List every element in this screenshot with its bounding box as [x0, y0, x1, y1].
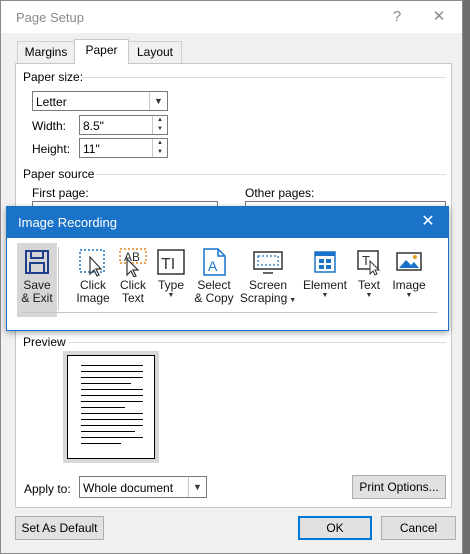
recording-title-bar: Image Recording ✕ — [7, 207, 448, 238]
help-button[interactable]: ? — [379, 5, 415, 29]
image-icon — [394, 247, 424, 277]
tool-label: Click Text — [120, 278, 146, 305]
tool-label: Select & Copy — [194, 278, 234, 305]
first-page-label: First page: — [32, 186, 89, 200]
dialog-title: Page Setup — [16, 10, 84, 25]
element-button[interactable]: Element ▼ — [301, 243, 349, 300]
text-button[interactable]: T Text ▼ — [351, 243, 387, 300]
screen-scraping-button[interactable]: Screen Scraping ▼ — [239, 243, 297, 305]
click-image-button[interactable]: Click Image — [73, 243, 113, 305]
select-copy-button[interactable]: A Select & Copy — [191, 243, 237, 305]
screen-scraping-icon — [253, 247, 283, 277]
close-button[interactable]: ✕ — [421, 5, 457, 29]
floppy-disk-icon — [22, 247, 52, 277]
caret-down-icon[interactable]: ▼ — [153, 292, 189, 300]
image-recording-toolbar: Image Recording ✕ Save & Exit Click Image … — [6, 206, 449, 331]
tool-label: Text — [357, 278, 380, 292]
width-spinner[interactable]: 8.5" ▲ ▼ — [79, 115, 168, 135]
ok-button[interactable]: OK — [298, 516, 372, 540]
set-as-default-button[interactable]: Set As Default — [15, 516, 104, 540]
element-icon — [310, 247, 340, 277]
preview-label: Preview — [23, 335, 66, 349]
caret-down-icon[interactable]: ▼ — [351, 292, 387, 300]
height-label: Height: — [32, 142, 71, 156]
svg-text:T: T — [362, 253, 370, 268]
apply-to-label: Apply to: — [24, 482, 71, 496]
recording-title: Image Recording — [18, 215, 117, 230]
caret-down-icon[interactable]: ▼ — [389, 292, 429, 300]
tool-label: Save & Exit — [21, 278, 53, 305]
spin-arrows-icon[interactable]: ▲ ▼ — [152, 116, 167, 134]
tab-paper[interactable]: Paper — [74, 39, 129, 64]
caret-down-icon[interactable]: ▼ — [301, 292, 349, 300]
apply-to-value: Whole document — [83, 481, 174, 495]
tool-label: Element — [302, 278, 348, 292]
divider — [81, 77, 446, 78]
chevron-down-icon: ▼ — [188, 477, 206, 497]
cancel-button[interactable]: Cancel — [381, 516, 456, 540]
paper-size-select[interactable]: Letter ▼ — [32, 91, 168, 111]
tool-label: Type — [157, 278, 184, 292]
spin-arrows-icon[interactable]: ▲ ▼ — [152, 139, 167, 157]
click-text-button[interactable]: AB Click Text — [113, 243, 153, 305]
apply-to-select[interactable]: Whole document ▼ — [79, 476, 207, 498]
type-icon: TI — [156, 247, 186, 277]
height-value: 11" — [83, 142, 100, 156]
image-button[interactable]: Image ▼ — [389, 243, 429, 300]
paper-size-group-label: Paper size: — [23, 70, 84, 84]
paper-size-value: Letter — [36, 95, 67, 109]
paper-source-group-label: Paper source — [23, 167, 95, 181]
preview-page — [67, 355, 155, 459]
tool-label: Screen Scraping ▼ — [239, 278, 297, 305]
toolbar-separator — [58, 247, 59, 311]
tab-margins[interactable]: Margins — [17, 41, 75, 63]
svg-text:TI: TI — [161, 256, 175, 273]
select-copy-icon: A — [199, 247, 229, 277]
close-icon[interactable]: ✕ — [416, 210, 440, 234]
toolbar-bottom-border — [21, 312, 437, 313]
chevron-down-icon: ▼ — [149, 92, 167, 110]
height-spinner[interactable]: 11" ▲ ▼ — [79, 138, 168, 158]
click-text-icon: AB — [118, 247, 148, 278]
tool-label: Click Image — [76, 278, 110, 305]
svg-text:A: A — [208, 258, 218, 274]
width-label: Width: — [32, 119, 67, 133]
print-options-button[interactable]: Print Options... — [352, 475, 446, 499]
tool-label: Image — [392, 278, 426, 292]
title-bar: Page Setup ? ✕ — [1, 1, 462, 33]
width-value: 8.5" — [83, 119, 104, 133]
text-icon: T — [354, 247, 384, 277]
other-pages-label: Other pages: — [245, 186, 315, 200]
type-button[interactable]: TI Type ▼ — [153, 243, 189, 300]
divider — [69, 342, 446, 343]
save-exit-button[interactable]: Save & Exit — [17, 243, 57, 305]
tab-layout[interactable]: Layout — [128, 41, 182, 63]
click-image-icon — [78, 247, 108, 277]
divider — [96, 174, 446, 175]
